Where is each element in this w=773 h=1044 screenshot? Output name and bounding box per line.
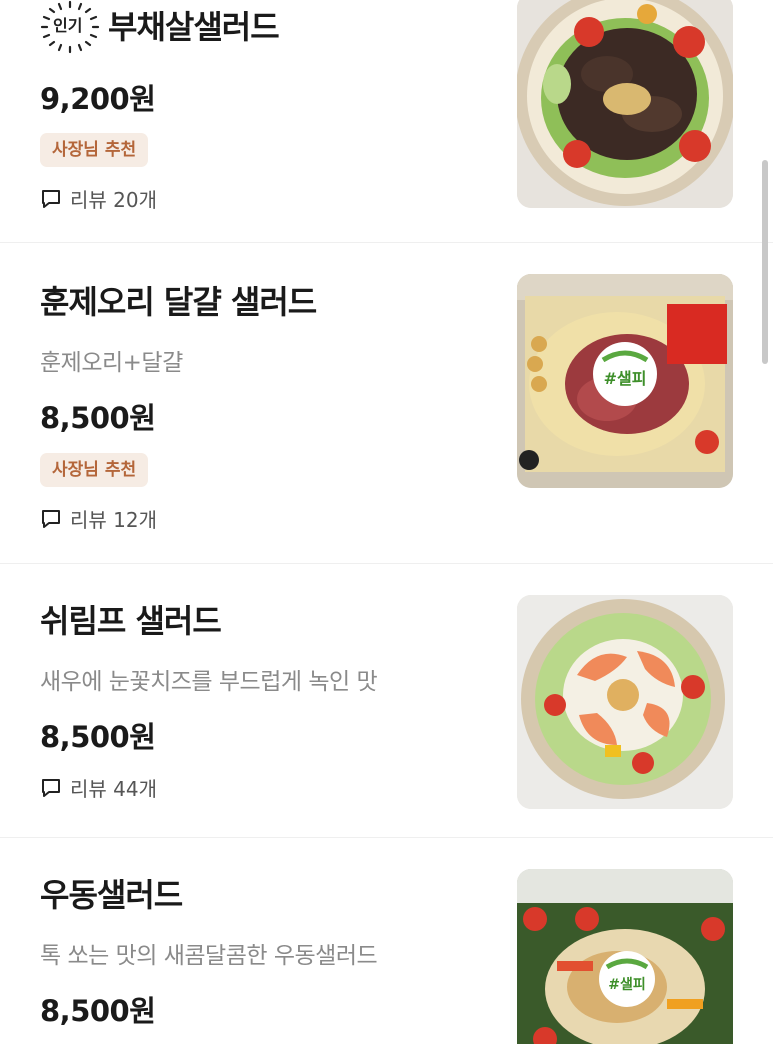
item-name: 훈제오리 달걀 샐러드 (40, 283, 317, 321)
recommend-badge: 사장님 추천 (40, 453, 149, 487)
item-name: 쉬림프 샐러드 (40, 602, 222, 640)
item-name: 부채살샐러드 (108, 8, 280, 46)
menu-list: 인기 부채살샐러드 9,200원 사장님 추천 리뷰 20개 훈제오리 달걀 샐… (0, 0, 773, 1044)
menu-item-shrimp-salad[interactable]: 쉬림프 샐러드 새우에 눈꽃치즈를 부드럽게 녹인 맛 8,500원 리뷰 44… (0, 564, 773, 838)
popular-tag-label: 인기 (53, 16, 83, 35)
item-price: 8,500원 (40, 401, 156, 435)
speech-bubble-icon (42, 778, 60, 797)
item-price: 8,500원 (40, 994, 156, 1028)
recommend-badge: 사장님 추천 (40, 133, 149, 167)
speech-bubble-icon (42, 509, 60, 528)
review-count: 리뷰 12개 (40, 504, 157, 533)
review-count: 리뷰 44개 (40, 773, 157, 802)
review-count-label: 리뷰 12개 (70, 508, 158, 532)
review-count-label: 리뷰 20개 (70, 188, 158, 212)
menu-item-beef-salad[interactable]: 인기 부채살샐러드 9,200원 사장님 추천 리뷰 20개 (0, 0, 773, 243)
item-price: 9,200원 (40, 82, 156, 116)
item-description: 훈제오리+달걀 (40, 350, 183, 376)
review-count-label: 리뷰 44개 (70, 777, 158, 801)
salpi-logo-text: #샐피 (604, 369, 647, 388)
udon-salad-photo[interactable]: #샐피 (517, 869, 733, 1044)
item-description: 새우에 눈꽃치즈를 부드럽게 녹인 맛 (40, 669, 378, 695)
item-name: 우동샐러드 (40, 876, 183, 914)
shrimp-salad-photo[interactable] (517, 595, 733, 809)
item-price: 8,500원 (40, 720, 156, 754)
review-count: 리뷰 20개 (40, 184, 157, 213)
salpi-logo-text: #샐피 (608, 976, 646, 993)
duck-egg-salad-photo[interactable]: #샐피 (517, 274, 733, 488)
item-description: 톡 쏘는 맛의 새콤달콤한 우동샐러드 (40, 943, 378, 969)
speech-bubble-icon (42, 189, 60, 208)
scrollbar[interactable] (762, 160, 768, 364)
menu-item-udon-salad[interactable]: 우동샐러드 톡 쏘는 맛의 새콤달콤한 우동샐러드 8,500원 #샐피 (0, 838, 773, 1044)
popular-tag: 인기 (38, 0, 102, 54)
beef-salad-photo[interactable] (517, 0, 733, 208)
menu-item-duck-egg-salad[interactable]: 훈제오리 달걀 샐러드 훈제오리+달걀 8,500원 사장님 추천 리뷰 12개 (0, 243, 773, 564)
